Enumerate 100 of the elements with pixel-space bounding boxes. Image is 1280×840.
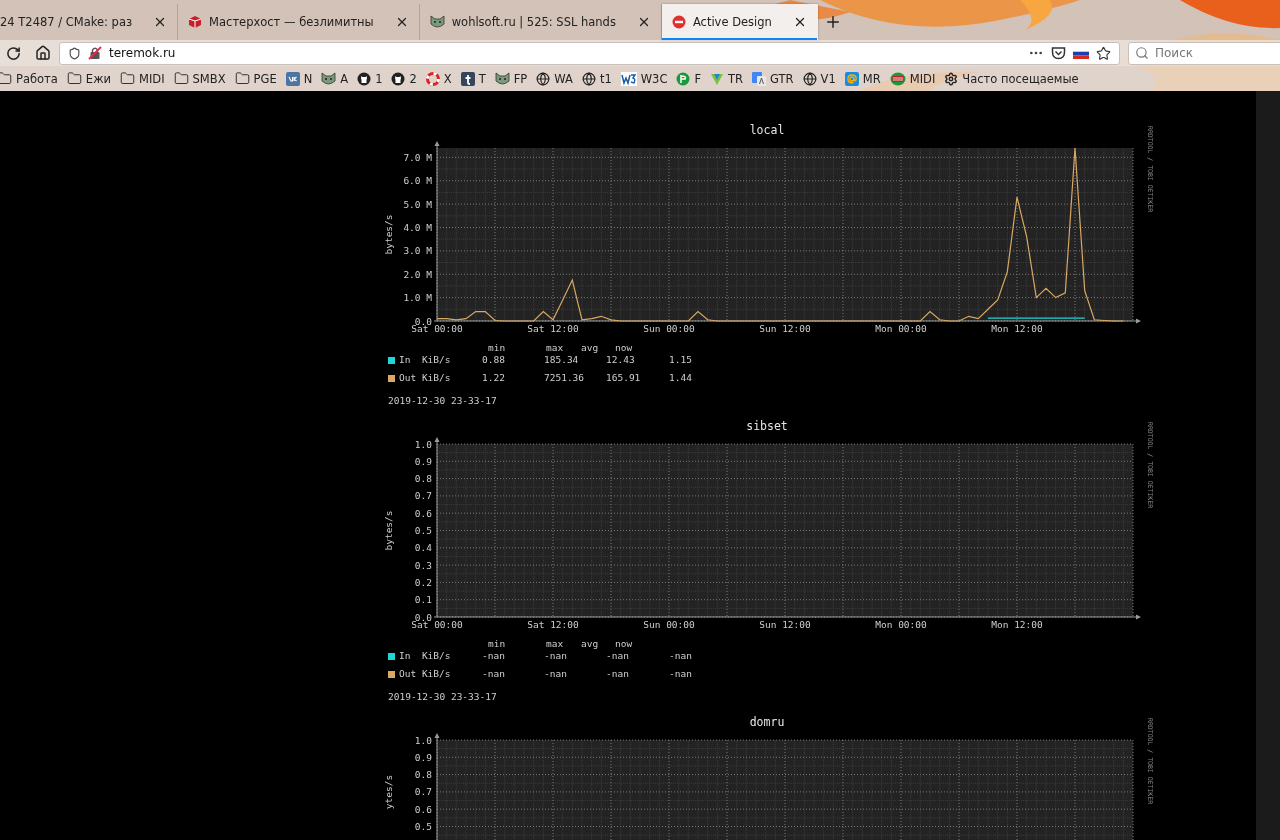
column-header: max bbox=[546, 342, 565, 354]
column-header: min bbox=[488, 638, 507, 650]
legend-value: -nan bbox=[669, 668, 693, 680]
y-tick-label: 1.0 M bbox=[403, 292, 432, 304]
cube-icon bbox=[188, 15, 203, 29]
legend-value: 185.34 bbox=[544, 354, 580, 366]
column-header: avg bbox=[581, 342, 600, 354]
y-tick-label: 4.0 M bbox=[403, 222, 432, 233]
settings-icon bbox=[944, 71, 959, 86]
bookmark[interactable]: GTR bbox=[752, 71, 794, 86]
stop-icon bbox=[671, 15, 686, 29]
y-tick-label: 7.0 M bbox=[403, 151, 432, 163]
bookmark[interactable]: X bbox=[425, 71, 452, 86]
triangle-icon bbox=[710, 71, 725, 86]
x-tick-label: Sun 12:00 bbox=[759, 323, 811, 334]
bookmark[interactable]: Часто посещаемые bbox=[944, 71, 1079, 86]
bookmark[interactable]: PGE bbox=[234, 71, 277, 86]
legend-value: -nan bbox=[482, 650, 506, 662]
bookmark[interactable]: MIDI bbox=[889, 71, 936, 86]
legend-value: 7251.36 bbox=[544, 372, 586, 384]
cat-icon bbox=[494, 71, 510, 86]
y-tick-label: 3.0 M bbox=[403, 245, 432, 257]
column-header: avg bbox=[581, 638, 600, 650]
reload-icon[interactable] bbox=[6, 45, 21, 61]
bookmark[interactable]: SMBX bbox=[173, 71, 226, 86]
tab-title: wohlsoft.ru | 525: SSL hands bbox=[451, 15, 616, 29]
browser-tab[interactable]: Мастерхост — безлимитны bbox=[178, 4, 420, 40]
y-tick-label: 0.8 bbox=[414, 473, 432, 485]
legend-label: In KiB/s bbox=[398, 650, 452, 662]
y-tick-label: 0.6 bbox=[414, 803, 432, 815]
x-tick-label: Sat 12:00 bbox=[527, 619, 579, 630]
y-tick-label: 0.1 bbox=[414, 594, 432, 606]
home-icon[interactable] bbox=[35, 45, 51, 61]
folder-icon bbox=[119, 71, 135, 86]
bookmark[interactable]: W3C bbox=[620, 71, 668, 86]
bookmark[interactable]: FP bbox=[494, 71, 528, 86]
bookmark[interactable]: Работа bbox=[0, 71, 58, 86]
bookmark[interactable]: N bbox=[285, 71, 313, 86]
column-header: max bbox=[546, 638, 565, 650]
y-tick-label: 0.7 bbox=[414, 786, 432, 798]
bookmark[interactable]: WA bbox=[536, 71, 573, 86]
y-tick-label: 0.9 bbox=[414, 751, 432, 763]
address-bar[interactable]: teremok.ru bbox=[59, 41, 1120, 65]
legend-value: 1.22 bbox=[482, 372, 506, 384]
bookmark[interactable]: Ежи bbox=[66, 71, 111, 86]
browser-tab[interactable]: Active Design bbox=[661, 4, 818, 40]
x-tick-label: Sun 00:00 bbox=[643, 619, 695, 630]
x-tick-label: Sun 00:00 bbox=[643, 323, 695, 334]
browser-tab[interactable]: wohlsoft.ru | 525: SSL hands bbox=[419, 4, 662, 40]
bookmark[interactable]: TR bbox=[710, 71, 744, 86]
x-tick-label: Mon 00:00 bbox=[875, 619, 927, 630]
tab-title: Мастерхост — безлимитны bbox=[209, 15, 374, 29]
chart-title: domru bbox=[749, 715, 785, 729]
y-tick-label: 0.5 bbox=[414, 525, 432, 536]
w3c-icon bbox=[620, 71, 637, 86]
search-icon bbox=[1135, 45, 1149, 60]
browser-tab[interactable]: 24 T2487 / CMake: раз bbox=[0, 4, 179, 40]
translate-icon bbox=[752, 71, 767, 86]
x-tick-label: Mon 00:00 bbox=[875, 323, 927, 334]
bookmark[interactable]: MIDI bbox=[119, 71, 165, 86]
crossed-lock-icon[interactable] bbox=[88, 46, 102, 60]
shield-icon[interactable] bbox=[68, 46, 81, 60]
globe-icon bbox=[536, 71, 551, 86]
bookmark[interactable]: MR bbox=[844, 71, 881, 86]
bookmark[interactable]: A bbox=[321, 71, 349, 86]
timestamp: 2019-12-30 23-33-17 bbox=[388, 691, 497, 703]
legend-value: -nan bbox=[544, 668, 568, 680]
bookmark[interactable]: 1 bbox=[357, 71, 383, 86]
folder-icon bbox=[66, 71, 82, 86]
legend-value: -nan bbox=[544, 650, 568, 662]
bookmark[interactable]: T bbox=[460, 71, 486, 86]
y-tick-label: 0.3 bbox=[414, 559, 432, 571]
midi-icon bbox=[889, 71, 906, 86]
search-field[interactable]: Поиск bbox=[1128, 41, 1280, 65]
chart-title: sibset bbox=[746, 419, 788, 433]
url-text: teremok.ru bbox=[109, 46, 177, 60]
legend-label: Out KiB/s bbox=[398, 372, 452, 384]
legend-label: In KiB/s bbox=[398, 354, 452, 366]
x-tick-label: Mon 12:00 bbox=[991, 323, 1043, 334]
bookmark[interactable]: V1 bbox=[802, 71, 836, 86]
legend-value: -nan bbox=[669, 650, 693, 662]
chart-title: local bbox=[749, 123, 785, 137]
y-tick-label: 0.2 bbox=[414, 576, 432, 588]
y-tick-label: 0.9 bbox=[414, 455, 432, 467]
legend-label: Out KiB/s bbox=[398, 668, 452, 680]
y-tick-label: 1.0 bbox=[414, 734, 432, 746]
bookmark[interactable]: t1 bbox=[581, 71, 612, 86]
tab-title: Active Design bbox=[692, 15, 772, 29]
legend-value: 1.15 bbox=[669, 354, 693, 366]
bookmark[interactable]: 2 bbox=[391, 71, 417, 86]
column-header: min bbox=[488, 342, 507, 354]
pocket-icon[interactable] bbox=[1051, 46, 1066, 60]
globe-icon bbox=[802, 71, 817, 86]
legend-value: -nan bbox=[606, 668, 630, 680]
tab-title: 24 T2487 / CMake: раз bbox=[0, 15, 133, 29]
scrollbar[interactable] bbox=[1256, 91, 1280, 840]
y-tick-label: 0.6 bbox=[414, 507, 432, 519]
star-icon[interactable] bbox=[1096, 45, 1111, 61]
legend-value: 165.91 bbox=[606, 372, 642, 384]
bookmark[interactable]: F bbox=[676, 71, 702, 86]
